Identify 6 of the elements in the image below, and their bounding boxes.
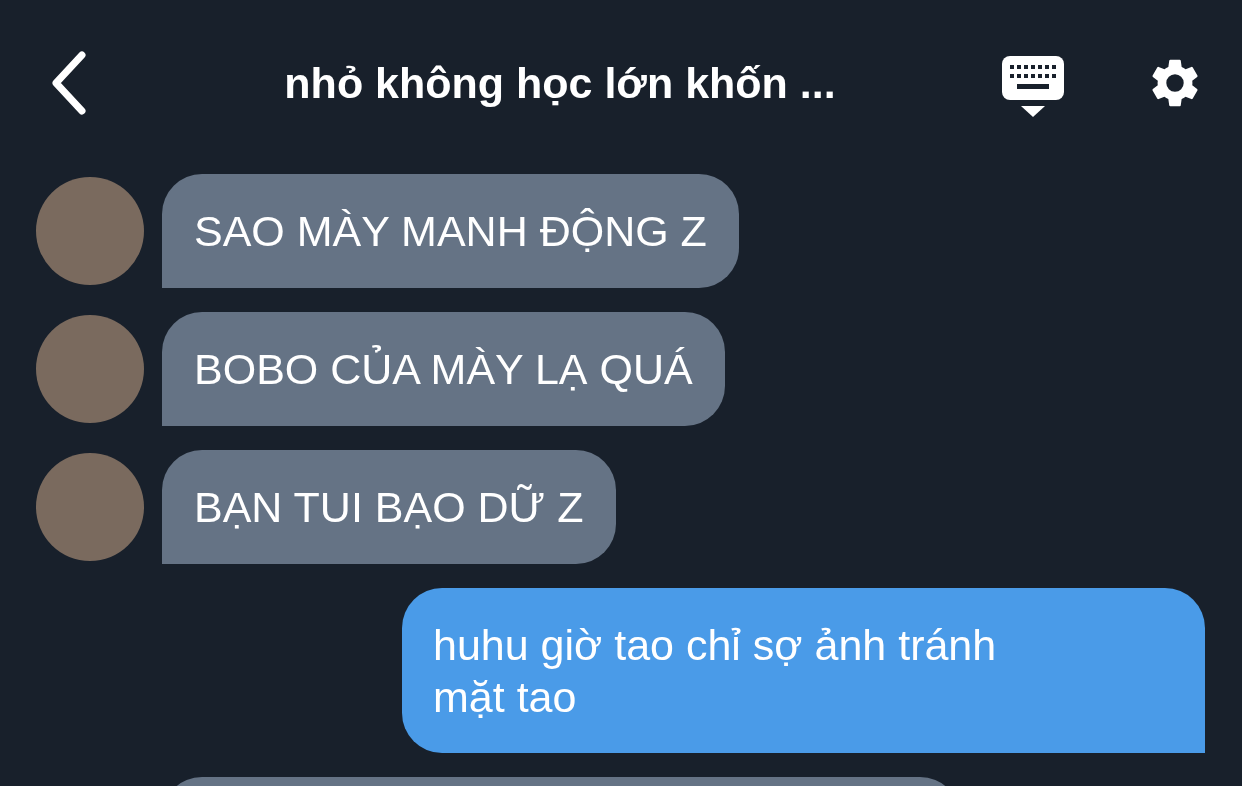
message-bubble: huhu giờ tao chỉ sợ ảnh tránh mặt tao (402, 588, 1205, 753)
message-bubble: SAO MÀY MANH ĐỘNG Z (162, 174, 739, 288)
message-bubble: BẠN TUI BẠO DỮ Z (162, 450, 616, 564)
chat-title: nhỏ không học lớn khốn ... (283, 58, 837, 108)
message-bubble: BOBO CỦA MÀY LẠ QUÁ (162, 312, 725, 426)
keyboard-icon[interactable] (1002, 56, 1064, 118)
